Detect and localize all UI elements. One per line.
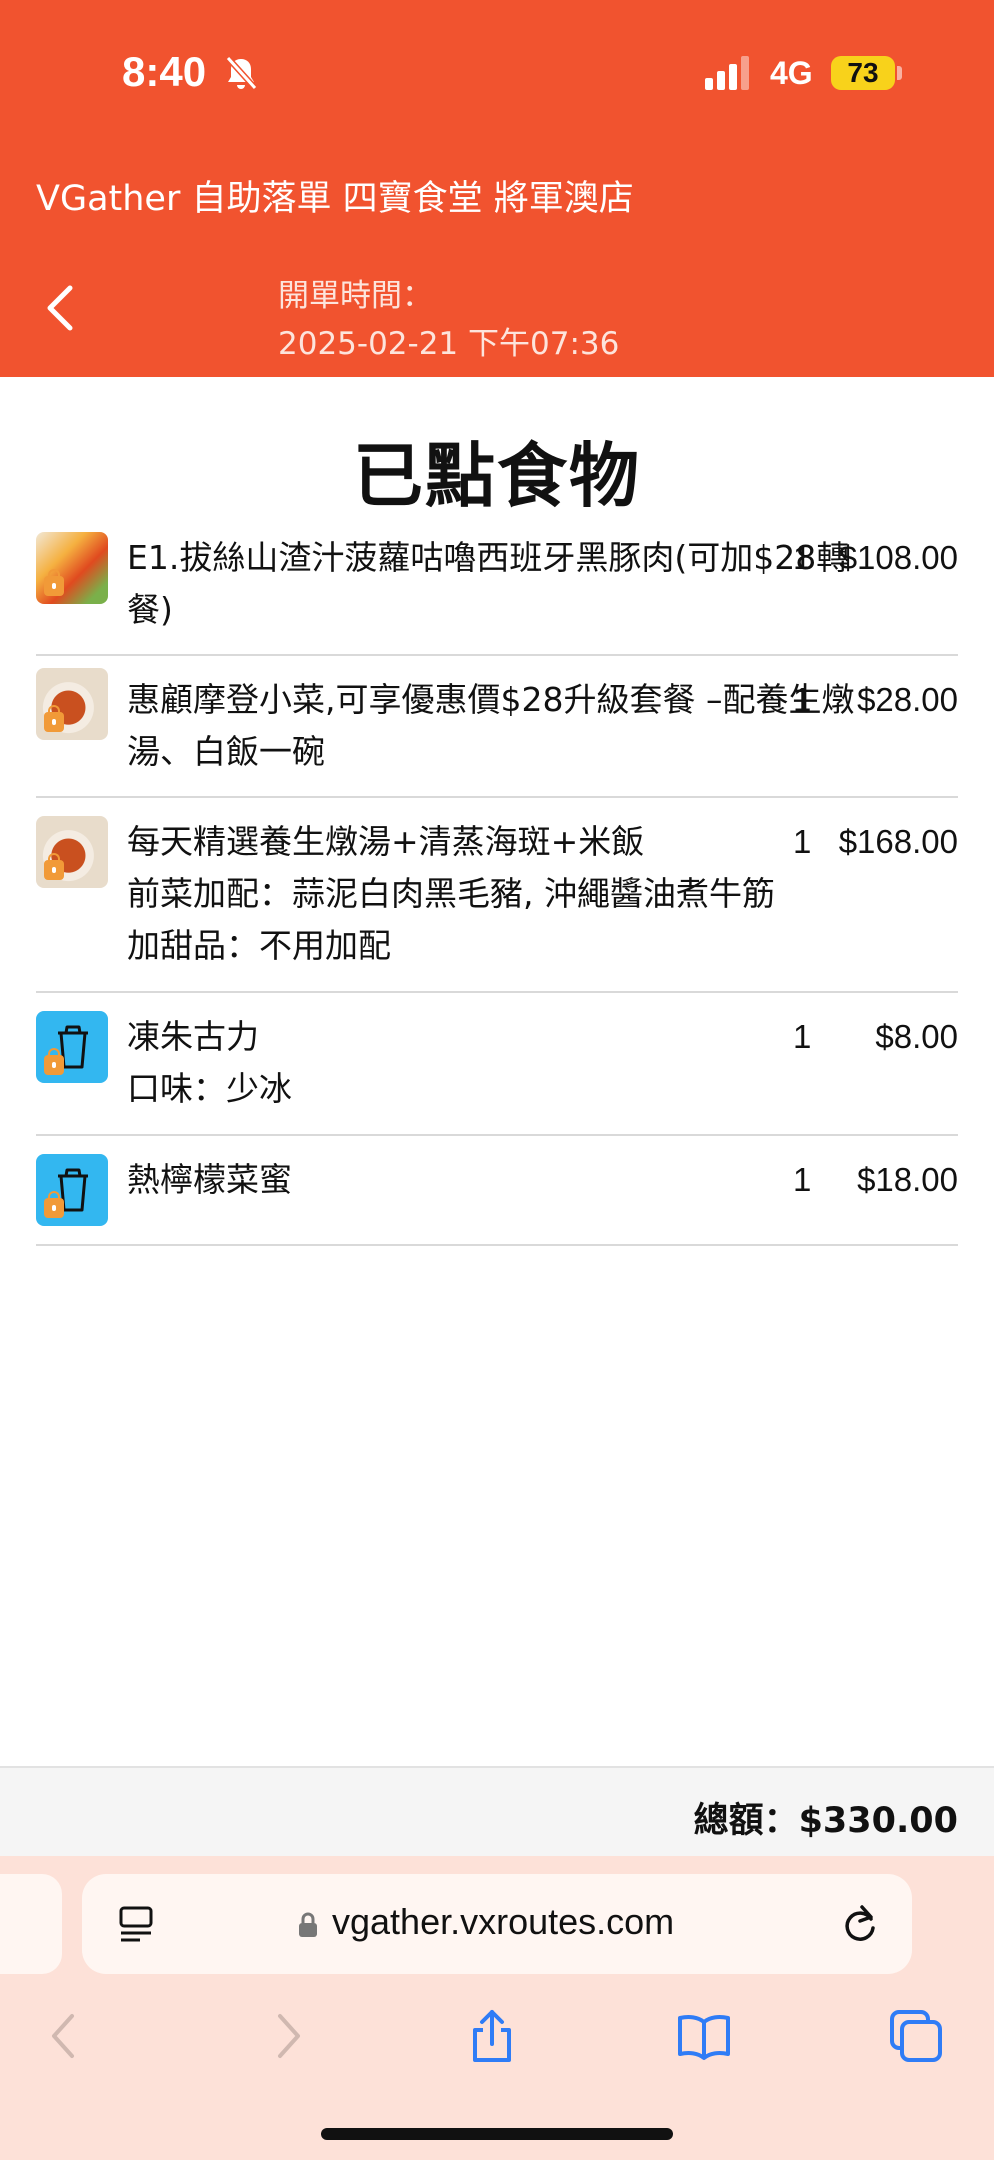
lock-icon: [44, 569, 64, 596]
item-name: E1.拔絲山渣汁菠蘿咕嚕西班牙黑豚肉(可加$28轉餐): [127, 538, 850, 629]
item-name: 凍朱古力: [127, 1017, 259, 1056]
bookmarks-icon[interactable]: [676, 2008, 732, 2064]
page-title: 已點食物: [353, 435, 641, 517]
item-qty: 1: [793, 1161, 812, 1198]
tabs-icon[interactable]: [888, 2008, 944, 2064]
battery-indicator: 73: [831, 56, 895, 90]
order-row: 惠顧摩登小菜,可享優惠價$28升級套餐 –配養生燉湯、白飯一碗 1 $28.00: [36, 656, 958, 798]
order-row: 凍朱古力 口味：少冰 1 $8.00: [36, 993, 958, 1136]
item-price: $108.00: [838, 539, 958, 576]
item-qty: 1: [793, 823, 812, 860]
item-option: 前菜加配：蒜泥白肉黑毛豬, 沖繩醬油煮牛筋: [127, 874, 775, 913]
store-title: VGather 自助落單 四寶食堂 將軍澳店: [36, 179, 634, 219]
item-qty: 1: [793, 681, 812, 718]
soup-thumbnail: [36, 816, 108, 888]
share-icon[interactable]: [464, 2008, 520, 2064]
drink-thumbnail: [36, 1011, 108, 1083]
browser-toolbar: vgather.vxroutes.com: [0, 1856, 994, 2160]
lock-icon: [44, 1191, 64, 1218]
bell-muted-icon: [225, 55, 258, 91]
food-thumbnail: [36, 532, 108, 604]
order-list: E1.拔絲山渣汁菠蘿咕嚕西班牙黑豚肉(可加$28轉餐) 1 $108.00 惠顧…: [36, 520, 958, 1246]
item-qty: 1: [793, 1018, 812, 1055]
item-qty: 1: [793, 539, 812, 576]
lock-icon: [44, 705, 64, 732]
item-option: 口味：少冰: [127, 1069, 292, 1108]
order-total: 總額：$330.00: [693, 1801, 958, 1841]
item-price: $168.00: [838, 823, 958, 860]
item-option: 加甜品：不用加配: [127, 926, 391, 965]
item-price: $8.00: [875, 1018, 958, 1055]
open-time-value: 2025-02-21 下午07:36: [278, 326, 620, 362]
order-row: E1.拔絲山渣汁菠蘿咕嚕西班牙黑豚肉(可加$28轉餐) 1 $108.00: [36, 520, 958, 656]
soup-thumbnail: [36, 668, 108, 740]
lock-icon: [44, 853, 64, 880]
battery-cap: [897, 66, 902, 80]
reload-icon[interactable]: [838, 1902, 882, 1946]
item-name: 惠顧摩登小菜,可享優惠價$28升級套餐 –配養生燉湯、白飯一碗: [127, 680, 855, 771]
item-price: $28.00: [857, 681, 958, 718]
item-name: 熱檸檬菜蜜: [127, 1160, 292, 1199]
item-name: 每天精選養生燉湯+清蒸海斑+米飯: [127, 822, 645, 861]
network-type: 4G: [770, 55, 813, 91]
address-bar[interactable]: vgather.vxroutes.com: [82, 1874, 912, 1974]
item-price: $18.00: [857, 1161, 958, 1198]
total-bar: 總額：$330.00: [0, 1766, 994, 1856]
app-header: 8:40 4G 73 VGather 自助落單 四寶食堂 將軍澳店 開單時間： …: [0, 0, 994, 377]
back-chevron-icon[interactable]: [38, 280, 82, 336]
home-indicator: [321, 2128, 673, 2140]
open-time-label: 開單時間：: [278, 278, 433, 314]
previous-tab-edge[interactable]: [0, 1874, 62, 1974]
url-text[interactable]: vgather.vxroutes.com: [332, 1901, 674, 1943]
drink-thumbnail: [36, 1154, 108, 1226]
lock-icon: [44, 1048, 64, 1075]
signal-icon: [705, 56, 749, 90]
order-row: 熱檸檬菜蜜 1 $18.00: [36, 1136, 958, 1246]
status-time: 8:40: [122, 48, 207, 95]
browser-forward-icon[interactable]: [258, 2008, 314, 2064]
padlock-icon: [299, 1912, 317, 1937]
page-menu-icon[interactable]: [118, 1904, 154, 1944]
browser-back-icon[interactable]: [38, 2008, 94, 2064]
order-row: 每天精選養生燉湯+清蒸海斑+米飯 前菜加配：蒜泥白肉黑毛豬, 沖繩醬油煮牛筋 加…: [36, 798, 958, 993]
